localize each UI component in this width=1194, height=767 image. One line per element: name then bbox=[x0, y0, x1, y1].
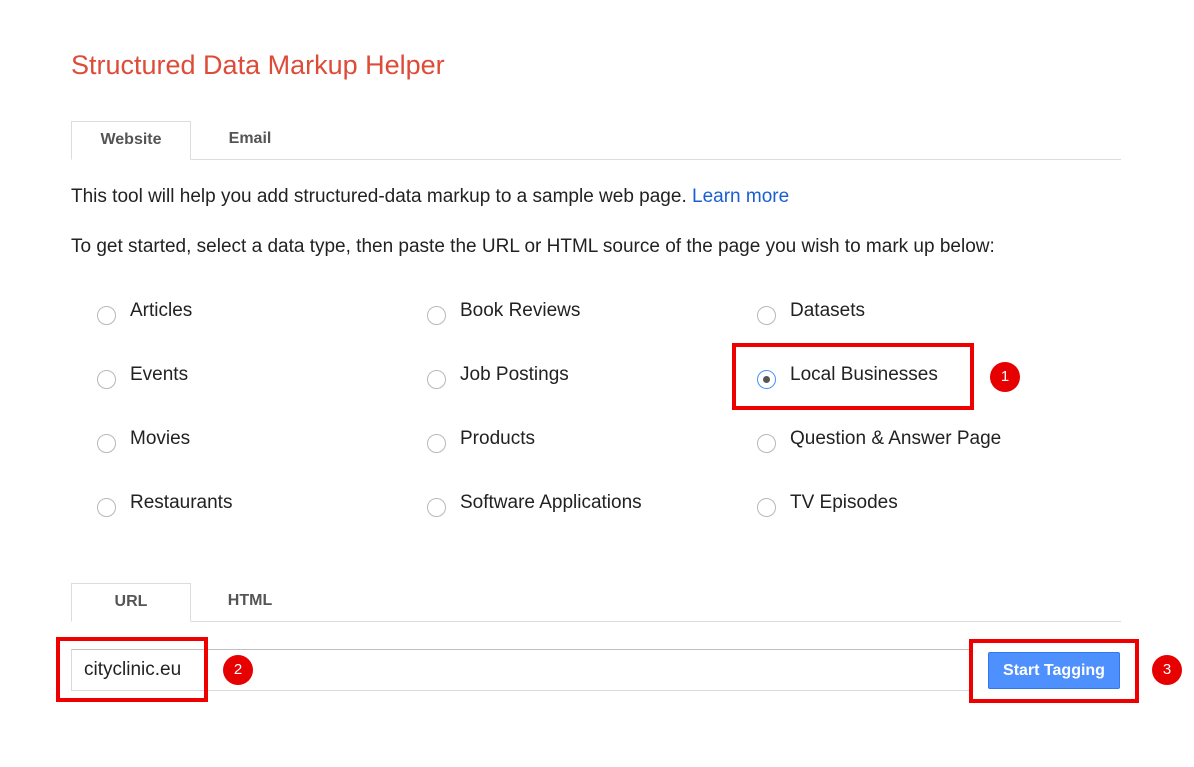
option-label: Question & Answer Page bbox=[790, 428, 1002, 449]
input-tabbar: URL HTML bbox=[71, 583, 1121, 622]
intro-sentence: This tool will help you add structured-d… bbox=[71, 186, 692, 207]
tab-url[interactable]: URL bbox=[71, 583, 191, 622]
tab-html[interactable]: HTML bbox=[190, 583, 310, 621]
option-label: Book Reviews bbox=[460, 300, 581, 321]
page-title: Structured Data Markup Helper bbox=[71, 50, 445, 80]
option-label: TV Episodes bbox=[790, 492, 898, 513]
radio-button[interactable] bbox=[427, 498, 446, 517]
radio-button[interactable] bbox=[427, 434, 446, 453]
radio-button[interactable] bbox=[97, 306, 116, 325]
option-label: Movies bbox=[130, 428, 191, 449]
intro-text: This tool will help you add structured-d… bbox=[71, 186, 789, 208]
option-label: Restaurants bbox=[130, 492, 233, 513]
step-badge-1: 1 bbox=[990, 362, 1020, 392]
radio-button[interactable] bbox=[757, 434, 776, 453]
radio-button[interactable] bbox=[97, 370, 116, 389]
option-label: Datasets bbox=[790, 300, 865, 321]
step-badge-3: 3 bbox=[1152, 655, 1182, 685]
radio-button[interactable] bbox=[427, 370, 446, 389]
source-tabbar: Website Email bbox=[71, 121, 1121, 160]
radio-button[interactable] bbox=[757, 498, 776, 517]
option-label: Events bbox=[130, 364, 189, 385]
radio-button-selected[interactable] bbox=[757, 370, 776, 389]
option-label: Products bbox=[460, 428, 535, 449]
tab-email[interactable]: Email bbox=[190, 121, 310, 159]
radio-button[interactable] bbox=[427, 306, 446, 325]
tab-website[interactable]: Website bbox=[71, 121, 191, 160]
radio-button[interactable] bbox=[97, 434, 116, 453]
learn-more-link[interactable]: Learn more bbox=[692, 186, 789, 207]
radio-button[interactable] bbox=[97, 498, 116, 517]
start-tagging-button[interactable]: Start Tagging bbox=[988, 652, 1120, 689]
option-label: Articles bbox=[130, 300, 193, 321]
url-input[interactable] bbox=[71, 649, 971, 691]
option-label: Local Businesses bbox=[790, 364, 938, 385]
option-label: Job Postings bbox=[460, 364, 569, 385]
radio-button[interactable] bbox=[757, 306, 776, 325]
instruction-text: To get started, select a data type, then… bbox=[71, 236, 995, 257]
option-label: Software Applications bbox=[460, 492, 642, 513]
step-badge-2: 2 bbox=[223, 655, 253, 685]
